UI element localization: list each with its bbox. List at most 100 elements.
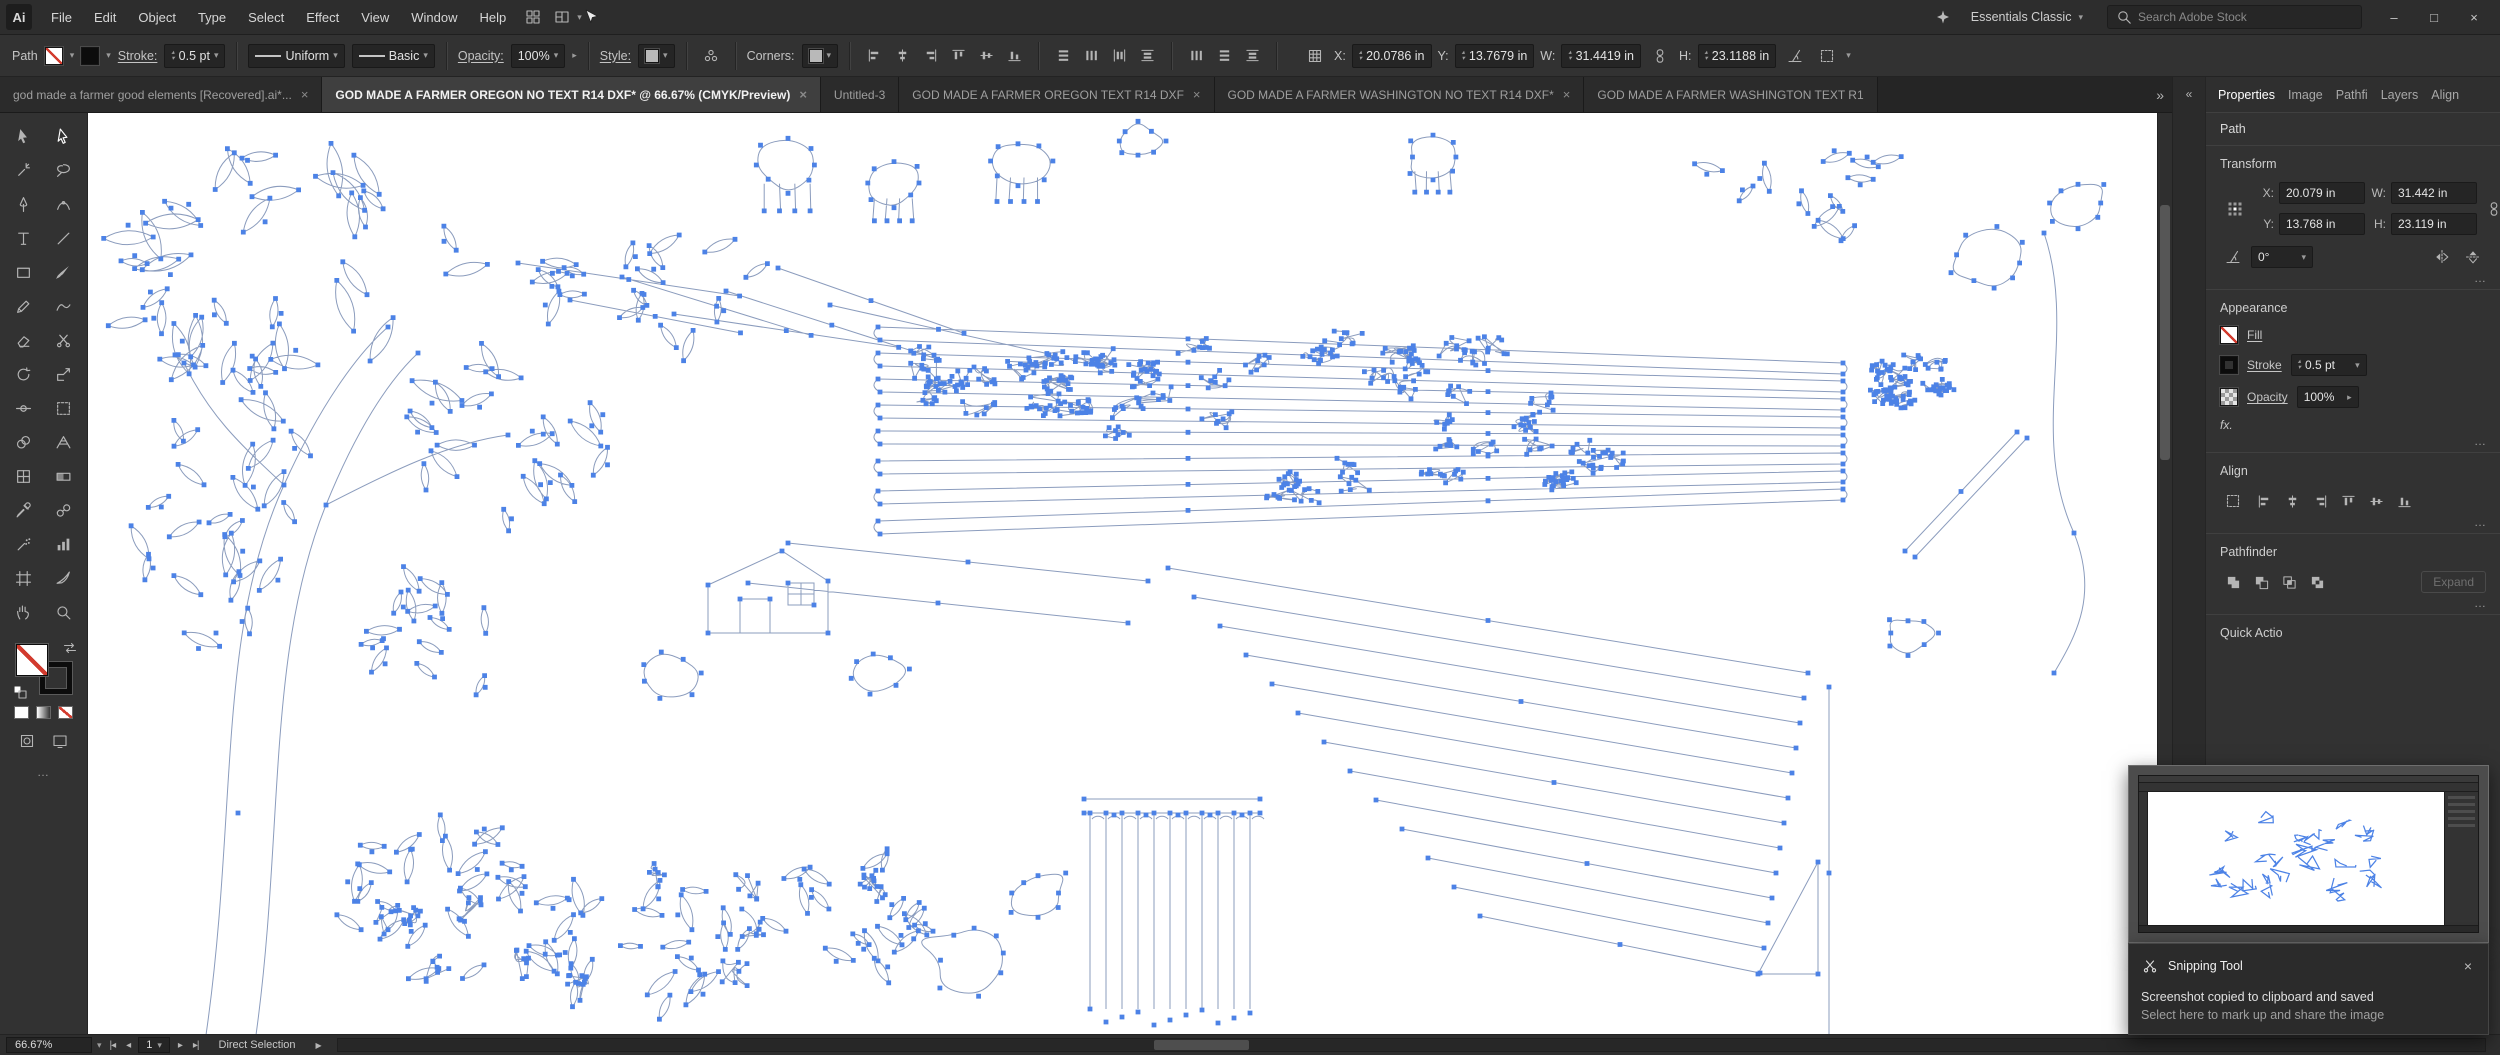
line-segment-tool[interactable] <box>47 223 81 254</box>
brush-dropdown[interactable]: Basic ▾ <box>352 44 435 68</box>
collapse-panels-icon[interactable]: « <box>2186 87 2193 101</box>
appearance-opacity-label[interactable]: Opacity <box>2247 390 2288 404</box>
shape-builder-tool[interactable] <box>7 427 41 458</box>
lasso-tool[interactable] <box>47 155 81 186</box>
panel-x-field[interactable]: 20.079 in <box>2279 182 2365 204</box>
align-right-icon[interactable] <box>917 44 943 68</box>
horizontal-scrollbar-thumb[interactable] <box>1154 1040 1249 1050</box>
restore-button[interactable]: □ <box>2414 2 2454 32</box>
dist-v-icon[interactable] <box>1211 44 1237 68</box>
transform-more-chevron-icon[interactable]: ▾ <box>1846 51 1851 60</box>
eyedropper-tool[interactable] <box>7 495 41 526</box>
opacity-more-icon[interactable]: ▸ <box>572 51 577 60</box>
default-fill-stroke-icon[interactable] <box>12 684 26 698</box>
paintbrush-tool[interactable] <box>47 257 81 288</box>
rectangle-tool[interactable] <box>7 257 41 288</box>
layout-grid-icon[interactable] <box>519 5 546 29</box>
align-right-icon[interactable] <box>2307 489 2333 513</box>
y-field[interactable]: ▴▾13.7679 in <box>1455 44 1535 68</box>
stroke-label[interactable]: Stroke: <box>118 49 158 63</box>
column-graph-tool[interactable] <box>47 529 81 560</box>
document-tab[interactable]: GOD MADE A FARMER OREGON NO TEXT R14 DXF… <box>322 77 821 112</box>
tab-close-icon[interactable]: × <box>1563 87 1571 102</box>
align-vcenter-icon[interactable] <box>973 44 999 68</box>
dist-left-icon[interactable] <box>1106 44 1132 68</box>
align-left-icon[interactable] <box>861 44 887 68</box>
menu-object[interactable]: Object <box>127 0 187 34</box>
flip-horizontal-icon[interactable] <box>2429 245 2455 269</box>
scale-tool[interactable] <box>47 359 81 390</box>
align-top-icon[interactable] <box>945 44 971 68</box>
align-left-icon[interactable] <box>2251 489 2277 513</box>
pencil-tool[interactable] <box>7 291 41 322</box>
hand-tool[interactable] <box>7 597 41 628</box>
document-tab[interactable]: Untitled-3 <box>821 77 899 112</box>
menu-view[interactable]: View <box>350 0 400 34</box>
align-top-icon[interactable] <box>2335 489 2361 513</box>
edit-toolbar-icon[interactable]: … <box>37 765 50 779</box>
rotate-tool[interactable] <box>7 359 41 390</box>
x-field[interactable]: ▴▾20.0786 in <box>1352 44 1432 68</box>
gradient-button[interactable] <box>36 706 51 719</box>
menu-file[interactable]: File <box>40 0 83 34</box>
document-tab[interactable]: GOD MADE A FARMER OREGON TEXT R14 DXF× <box>899 77 1214 112</box>
unite-icon[interactable] <box>2220 570 2246 594</box>
dist-top-icon[interactable] <box>1239 44 1265 68</box>
search-input[interactable] <box>2138 10 2353 24</box>
zoom-dropdown-icon[interactable]: ▾ <box>97 1041 102 1050</box>
exclude-icon[interactable] <box>2304 570 2330 594</box>
panel-tab-align[interactable]: Align <box>2431 88 2459 102</box>
panel-h-field[interactable]: 23.119 in <box>2391 213 2477 235</box>
artboard-tool[interactable] <box>7 563 41 594</box>
dist-h-icon[interactable] <box>1078 44 1104 68</box>
type-tool[interactable] <box>7 223 41 254</box>
menu-edit[interactable]: Edit <box>83 0 127 34</box>
align-bottom-icon[interactable] <box>1001 44 1027 68</box>
vertical-scrollbar-thumb[interactable] <box>2160 205 2170 460</box>
perspective-grid-tool[interactable] <box>47 427 81 458</box>
appearance-opacity-swatch[interactable] <box>2220 388 2238 406</box>
free-transform-tool[interactable] <box>47 393 81 424</box>
canvas-area[interactable] <box>88 113 2172 1034</box>
blend-tool[interactable] <box>47 495 81 526</box>
color-button[interactable] <box>14 706 29 719</box>
shear-icon[interactable] <box>1782 44 1808 68</box>
panel-w-field[interactable]: 31.442 in <box>2391 182 2477 204</box>
align-more-options-icon[interactable]: … <box>2474 515 2487 529</box>
w-field[interactable]: ▴▾31.4419 in <box>1561 44 1641 68</box>
horizontal-scrollbar[interactable] <box>337 1038 2486 1052</box>
curvature-tool[interactable] <box>47 189 81 220</box>
corners-dropdown[interactable]: ▾ <box>802 44 839 68</box>
align-to-icon[interactable] <box>2220 489 2246 513</box>
more-transform-icon[interactable] <box>1814 44 1840 68</box>
artboard-number-field[interactable]: 1 ▾ <box>138 1037 170 1053</box>
menu-effect[interactable]: Effect <box>295 0 350 34</box>
app-icon[interactable]: Ai <box>6 4 32 30</box>
appearance-opacity-field[interactable]: 100% ▸ <box>2297 386 2359 408</box>
fill-proxy-swatch[interactable] <box>16 644 48 676</box>
pathfinder-more-options-icon[interactable]: … <box>2474 596 2487 610</box>
width-tool[interactable] <box>7 393 41 424</box>
opacity-field[interactable]: 100% ▾ <box>511 44 566 68</box>
shaper-tool[interactable] <box>47 291 81 322</box>
symbol-sprayer-tool[interactable] <box>7 529 41 560</box>
none-button[interactable] <box>58 706 73 719</box>
panel-tab-image[interactable]: Image <box>2288 88 2323 102</box>
transform-more-options-icon[interactable]: … <box>2474 271 2487 285</box>
pen-tool[interactable] <box>7 189 41 220</box>
draw-mode-icon[interactable] <box>14 729 40 753</box>
status-menu-icon[interactable]: ▶ <box>313 1041 324 1050</box>
close-button[interactable]: × <box>2454 2 2494 32</box>
mesh-tool[interactable] <box>7 461 41 492</box>
dist-h-icon[interactable] <box>1183 44 1209 68</box>
opacity-label[interactable]: Opacity: <box>458 49 504 63</box>
arrange-documents-icon[interactable] <box>548 5 575 29</box>
stroke-weight-field[interactable]: ▴▾ 0.5 pt ▾ <box>164 44 225 68</box>
menu-help[interactable]: Help <box>468 0 517 34</box>
width-profile-dropdown[interactable]: Uniform ▾ <box>248 44 344 68</box>
zoom-level-field[interactable]: 66.67% <box>6 1037 92 1053</box>
tab-close-icon[interactable]: × <box>301 87 309 102</box>
magic-wand-tool[interactable] <box>7 155 41 186</box>
align-bottom-icon[interactable] <box>2391 489 2417 513</box>
appearance-stroke-weight-field[interactable]: ▴▾ 0.5 pt ▾ <box>2291 354 2367 376</box>
